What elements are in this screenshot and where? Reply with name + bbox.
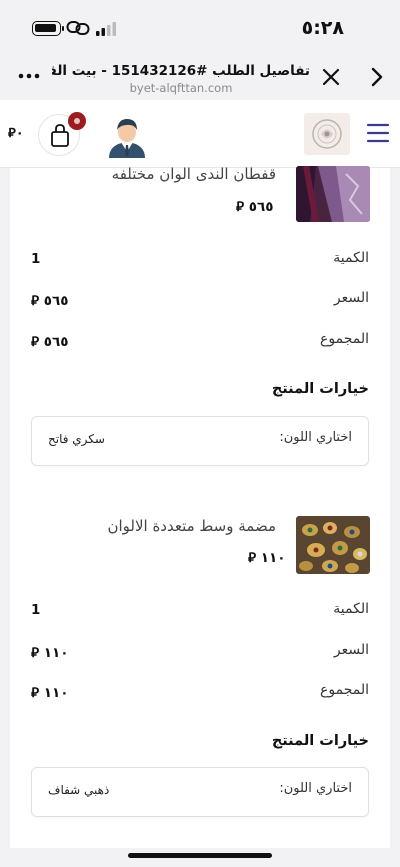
chevron-right-icon[interactable] [368,66,386,88]
product-name-2[interactable]: مضمة وسط متعددة الالوان [107,517,276,535]
product-option-box-2: اختاري اللون: ذهبي شفاف [31,767,369,817]
option-color-value-1: سكري فاتح [48,432,105,446]
price-value-text-1: ٥٦٥ [43,293,69,309]
user-avatar-icon[interactable] [106,114,148,158]
quantity-label-1: الكمية [333,250,369,266]
link-icon [66,21,90,35]
logo-emblem-icon [312,119,342,149]
more-options-icon[interactable] [18,66,40,86]
price-label-2: السعر [333,642,369,658]
currency-symbol: ⃁ [31,334,40,350]
quantity-value-2: 1 [31,602,41,618]
total-label-1: المجموع [320,331,369,347]
total-label-2: المجموع [320,682,369,698]
product-price-1: ⃁ ٥٦٥ [236,197,273,215]
currency-symbol: ⃁ [31,685,40,701]
cart-total: ⃁٠ [8,124,24,141]
home-indicator[interactable] [128,853,272,858]
quantity-value-1: 1 [31,251,41,267]
price-label-1: السعر [333,290,369,306]
close-icon[interactable] [320,66,342,88]
option-color-value-2: ذهبي شفاف [48,783,110,797]
product-option-box-1: اختاري اللون: سكري فاتح [31,416,369,466]
product-price-value-2: ١١٠ [260,550,286,566]
status-time: ٥:٢٨ [301,17,344,39]
product-options-title-1: خيارات المنتج [271,381,369,397]
currency-symbol: ⃁ [248,550,257,566]
currency-symbol: ⃁ [31,645,40,661]
total-value-text-2: ١١٠ [43,685,69,701]
quantity-label-2: الكمية [333,601,369,617]
store-logo[interactable] [304,113,350,155]
currency-symbol: ⃁ [236,199,245,215]
browser-bar: تفاصيل الطلب #151432126 - بيت القفطان ال… [0,58,400,100]
browser-url[interactable]: byet-alqfttan.com [52,81,310,95]
signal-icon [96,22,116,36]
product-options-title-2: خيارات المنتج [271,733,369,749]
total-value-text-1: ٥٦٥ [43,334,69,350]
price-value-1: ⃁ ٥٦٥ [31,291,68,309]
total-value-1: ⃁ ٥٦٥ [31,332,68,350]
cart-total-value: ٠ [15,126,24,141]
product-price-2: ⃁ ١١٠ [248,548,285,566]
price-value-2: ⃁ ١١٠ [31,643,68,661]
browser-page-title: تفاصيل الطلب #151432126 - بيت القفطان ال… [52,63,310,79]
battery-icon [32,21,61,36]
product-image-2[interactable] [296,516,370,574]
option-color-label-1: اختاري اللون: [279,430,352,445]
product-price-value-1: ٥٦٥ [248,199,274,215]
currency-symbol: ⃁ [8,126,16,141]
option-color-label-2: اختاري اللون: [279,781,352,796]
price-value-text-2: ١١٠ [43,645,69,661]
currency-symbol: ⃁ [31,293,40,309]
cart-badge [68,112,86,130]
product-image-1[interactable] [296,166,370,222]
hamburger-menu-icon[interactable] [366,122,390,144]
status-bar: ٥:٢٨ [0,0,400,58]
total-value-2: ⃁ ١١٠ [31,683,68,701]
battery-tip [62,26,64,31]
product-name-1[interactable]: قفطان الندى الوان مختلفه [112,165,276,183]
